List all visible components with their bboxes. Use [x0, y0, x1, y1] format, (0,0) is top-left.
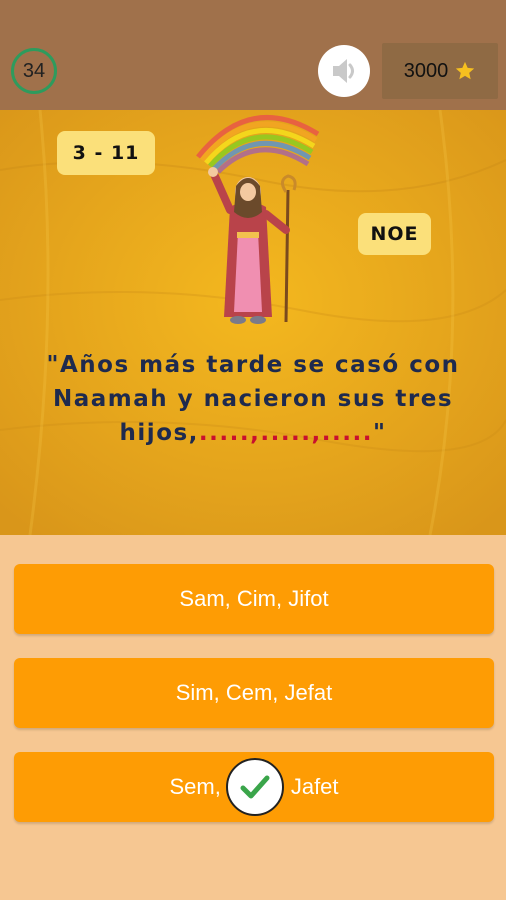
answer-label: Sim, Cem, Jefat: [175, 680, 333, 705]
check-icon: [240, 775, 270, 799]
question-text: "Años más tarde se casó con Naamah y nac…: [14, 348, 492, 450]
answer-button-1[interactable]: Sam, Cim, Jifot: [14, 564, 494, 634]
answer-label-end: Jafet: [290, 774, 339, 799]
answer-button-2[interactable]: Sim, Cem, Jefat: [14, 658, 494, 728]
character-name: NOE: [370, 223, 419, 245]
noah-illustration: [196, 115, 320, 324]
sound-toggle-button[interactable]: [318, 45, 370, 97]
coin-counter: 3000: [382, 43, 498, 99]
character-name-badge: NOE: [358, 213, 431, 255]
question-blank: .....,.....,.....: [198, 420, 373, 446]
level-code: 3 - 11: [72, 142, 140, 164]
star-icon: [456, 61, 475, 80]
level-code-badge: 3 - 11: [57, 131, 155, 175]
speaker-icon: [333, 59, 354, 83]
answer-label: Sam, Cim, Jifot: [179, 586, 329, 611]
level-indicator: 34: [11, 48, 57, 94]
top-bar: 34 3000: [0, 0, 506, 110]
correct-check-badge: [226, 758, 284, 816]
answer-label: Sem,: [169, 774, 221, 799]
coin-count: 3000: [403, 59, 449, 82]
question-end: ": [372, 420, 387, 446]
level-number: 34: [22, 59, 46, 82]
